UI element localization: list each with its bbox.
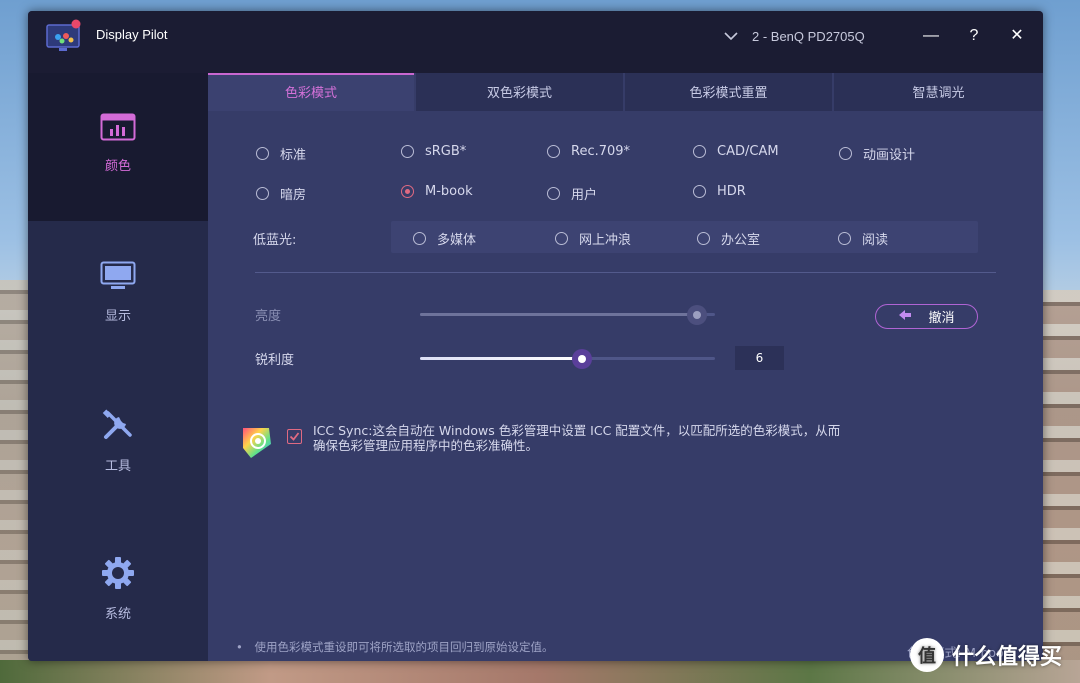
radio-circle[interactable] bbox=[547, 187, 560, 200]
sharpness-value[interactable]: 6 bbox=[735, 346, 784, 370]
sharpness-slider-fill bbox=[420, 357, 583, 360]
monitor-name[interactable]: 2 - BenQ PD2705Q bbox=[752, 29, 865, 44]
sidebar-item-label: 显示 bbox=[104, 309, 131, 324]
tab-smart-dimming[interactable]: 智慧调光 bbox=[834, 73, 1043, 111]
radio-label: 办公室 bbox=[721, 233, 761, 248]
icc-sync-icon bbox=[239, 424, 275, 460]
radio-circle[interactable] bbox=[839, 147, 852, 160]
radio-circle[interactable] bbox=[693, 185, 706, 198]
app-title: Display Pilot bbox=[96, 27, 168, 42]
radio-m-book[interactable]: M-book bbox=[401, 184, 473, 199]
color-icon bbox=[100, 113, 136, 145]
tab-color-mode-reset[interactable]: 色彩模式重置 bbox=[625, 73, 832, 111]
sidebar-item-display[interactable]: 显示 bbox=[28, 221, 208, 369]
low-blue-light-label: 低蓝光: bbox=[253, 233, 297, 248]
radio-label: M-book bbox=[425, 184, 473, 199]
radio-circle[interactable] bbox=[693, 145, 706, 158]
close-button[interactable]: ✕ bbox=[1004, 23, 1030, 49]
radio-user[interactable]: 用户 bbox=[547, 184, 597, 203]
undo-button[interactable]: 撤消 bbox=[875, 304, 978, 329]
radio-srgb[interactable]: sRGB* bbox=[401, 144, 466, 159]
title-bar[interactable]: Display Pilot 2 - BenQ PD2705Q — ? ✕ bbox=[28, 11, 1043, 73]
radio-circle[interactable] bbox=[547, 145, 560, 158]
radio-label: 阅读 bbox=[862, 233, 889, 248]
divider bbox=[255, 272, 996, 273]
radio-label: 网上冲浪 bbox=[579, 233, 632, 248]
sharpness-slider[interactable] bbox=[420, 348, 715, 369]
radio-reading[interactable]: 阅读 bbox=[838, 229, 888, 248]
brightness-slider-fill bbox=[420, 313, 698, 316]
radio-label: 标准 bbox=[280, 148, 307, 163]
tab-color-mode[interactable]: 色彩模式 bbox=[208, 73, 414, 111]
sharpness-label: 锐利度 bbox=[255, 353, 295, 368]
sidebar-item-label: 颜色 bbox=[104, 159, 131, 174]
radio-label: 动画设计 bbox=[863, 148, 916, 163]
radio-circle-checked[interactable] bbox=[401, 185, 414, 198]
radio-label: Rec.709* bbox=[571, 144, 631, 159]
radio-label: 用户 bbox=[571, 188, 598, 203]
radio-label: sRGB* bbox=[425, 144, 467, 159]
bullet: • bbox=[236, 640, 243, 654]
radio-animation[interactable]: 动画设计 bbox=[839, 144, 915, 163]
radio-standard[interactable]: 标准 bbox=[256, 144, 306, 163]
sharpness-slider-handle[interactable] bbox=[572, 348, 593, 369]
radio-circle[interactable] bbox=[413, 232, 426, 245]
undo-arrow-icon bbox=[898, 309, 912, 325]
undo-label: 撤消 bbox=[928, 311, 955, 326]
brightness-slider-handle[interactable] bbox=[687, 304, 708, 325]
radio-darkroom[interactable]: 暗房 bbox=[256, 184, 306, 203]
background-buildings-right bbox=[1040, 290, 1080, 683]
low-blue-light-group bbox=[391, 221, 978, 253]
app-logo-icon bbox=[46, 19, 82, 55]
footer-note: • 使用色彩模式重设即可将所选取的项目回归到原始设定值。 bbox=[236, 639, 553, 655]
brightness-slider[interactable] bbox=[420, 304, 715, 325]
monitor-selector[interactable]: 2 - BenQ PD2705Q bbox=[724, 25, 865, 47]
sidebar-item-tools[interactable]: 工具 bbox=[28, 369, 208, 517]
radio-label: HDR bbox=[717, 184, 746, 199]
tab-dual-color-mode[interactable]: 双色彩模式 bbox=[416, 73, 623, 111]
radio-label: 暗房 bbox=[280, 188, 307, 203]
tab-bar: 色彩模式 双色彩模式 色彩模式重置 智慧调光 bbox=[208, 73, 1043, 111]
check-icon bbox=[289, 432, 300, 441]
background-buildings-left bbox=[0, 280, 30, 683]
radio-web-surfing[interactable]: 网上冲浪 bbox=[555, 229, 631, 248]
sidebar-item-system[interactable]: 系统 bbox=[28, 517, 208, 661]
watermark: 值 什么值得买 bbox=[910, 638, 1062, 672]
radio-hdr[interactable]: HDR bbox=[693, 184, 746, 199]
radio-circle[interactable] bbox=[256, 147, 269, 160]
brightness-label: 亮度 bbox=[255, 309, 282, 324]
radio-circle[interactable] bbox=[256, 187, 269, 200]
sidebar-item-color[interactable]: 颜色 bbox=[28, 73, 208, 221]
chevron-down-icon[interactable] bbox=[724, 29, 738, 44]
watermark-text: 什么值得买 bbox=[952, 645, 1063, 670]
main-content: 色彩模式 双色彩模式 色彩模式重置 智慧调光 标准 sRGB* Rec.709*… bbox=[208, 73, 1043, 661]
radio-circle[interactable] bbox=[555, 232, 568, 245]
radio-cad-cam[interactable]: CAD/CAM bbox=[693, 144, 779, 159]
display-icon bbox=[100, 261, 136, 295]
watermark-badge: 值 bbox=[910, 638, 944, 672]
tools-icon bbox=[102, 409, 134, 445]
radio-label: CAD/CAM bbox=[717, 144, 779, 159]
sidebar-item-label: 工具 bbox=[104, 459, 131, 474]
minimize-button[interactable]: — bbox=[918, 23, 944, 49]
footer-note-text: 使用色彩模式重设即可将所选取的项目回归到原始设定值。 bbox=[254, 640, 554, 654]
help-button[interactable]: ? bbox=[961, 23, 987, 49]
radio-label: 多媒体 bbox=[437, 233, 477, 248]
sidebar: 颜色 显示 工具 系统 bbox=[28, 73, 208, 661]
radio-circle[interactable] bbox=[401, 145, 414, 158]
radio-office[interactable]: 办公室 bbox=[697, 229, 760, 248]
app-window: Display Pilot 2 - BenQ PD2705Q — ? ✕ 颜色 bbox=[28, 11, 1043, 661]
radio-rec709[interactable]: Rec.709* bbox=[547, 144, 630, 159]
icc-sync-checkbox[interactable] bbox=[287, 429, 302, 444]
radio-circle[interactable] bbox=[697, 232, 710, 245]
radio-multimedia[interactable]: 多媒体 bbox=[413, 229, 476, 248]
icc-sync-description: ICC Sync:这会自动在 Windows 色彩管理中设置 ICC 配置文件，… bbox=[313, 423, 841, 453]
gear-icon bbox=[102, 557, 134, 593]
radio-circle[interactable] bbox=[838, 232, 851, 245]
sidebar-item-label: 系统 bbox=[104, 607, 131, 622]
